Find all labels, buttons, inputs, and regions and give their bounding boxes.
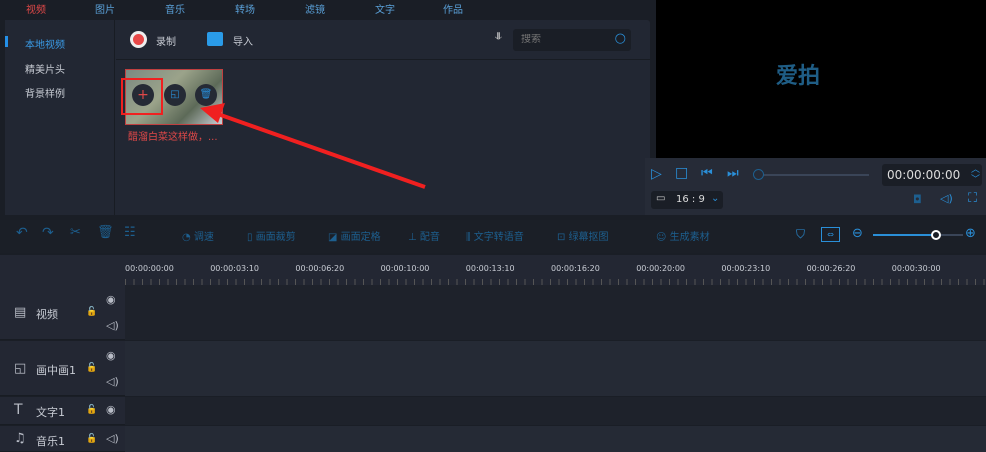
track-header-pip: ◱ 画中画1 🔓 ◉ ◁) xyxy=(0,341,125,396)
track-name: 音乐1 xyxy=(36,435,65,448)
track-name: 画中画1 xyxy=(36,364,76,377)
pip-track-icon: ◱ xyxy=(14,361,27,376)
prev-frame-icon[interactable]: ⏮ xyxy=(701,166,713,181)
timecode-value[interactable]: 00:00:00:00 xyxy=(887,168,960,182)
player-controls: ▷ □ ⏮ ⏭ 00:00:00:00 ︿ ﹀ ▭ 16 : 9 ⌄ ◘ ◁) ⛶ xyxy=(645,158,986,215)
timecode-field[interactable]: 00:00:00:00 ︿ ﹀ xyxy=(882,164,982,186)
eye-icon[interactable]: ◉ xyxy=(106,349,116,362)
speaker-icon[interactable]: ◁) xyxy=(106,432,119,445)
track-lane-video[interactable] xyxy=(125,285,986,340)
track-name: 文字1 xyxy=(36,406,65,419)
track-lane-music[interactable] xyxy=(125,426,986,452)
lock-icon[interactable]: 🔓 xyxy=(86,307,97,317)
aspect-ratio-select[interactable]: ▭ 16 : 9 ⌄ xyxy=(651,191,723,209)
ruler-tick-label: 00:00:00:00 xyxy=(125,264,174,273)
preview-screen: 爱拍 xyxy=(656,0,986,158)
track-header-music: ♫ 音乐1 🔓 ◁) xyxy=(0,426,125,452)
lock-icon[interactable]: 🔓 xyxy=(86,363,97,373)
track-header-text: T 文字1 🔓 ◉ xyxy=(0,397,125,425)
generate-material-button[interactable]: ☺ 生成素材 xyxy=(656,228,710,243)
ruler-tick-label: 00:00:06:20 xyxy=(295,264,345,273)
progress-slider[interactable] xyxy=(755,174,869,176)
ruler-tick-label: 00:00:23:10 xyxy=(721,264,771,273)
eye-icon[interactable]: ◉ xyxy=(106,403,116,416)
camera-icon[interactable]: ◘ xyxy=(913,193,922,206)
track-header-video: ▤ 视频 🔓 ◉ ◁) xyxy=(0,285,125,340)
ruler-tick-label: 00:00:10:00 xyxy=(380,264,430,273)
speaker-icon[interactable]: ◁) xyxy=(106,375,119,388)
dubbing-button[interactable]: ⊥ 配音 xyxy=(408,228,440,243)
lock-icon[interactable]: 🔓 xyxy=(86,405,97,415)
next-frame-icon[interactable]: ⏭ xyxy=(727,166,739,181)
ruler-tick-label: 00:00:30:00 xyxy=(891,264,941,273)
track-name: 视频 xyxy=(36,308,58,321)
delete-clip-icon[interactable]: 🗑 xyxy=(97,225,114,240)
freeze-frame-button[interactable]: ◪ 画面定格 xyxy=(328,228,381,243)
zoom-slider[interactable] xyxy=(873,234,963,236)
ruler-tick-label: 00:00:20:00 xyxy=(636,264,685,273)
redo-icon[interactable]: ↷ xyxy=(42,225,54,241)
text-to-speech-button[interactable]: ⫼ 文字转语音 xyxy=(466,228,524,243)
marker-icon[interactable]: ⛉ xyxy=(796,227,805,242)
track-lane-text[interactable] xyxy=(125,397,986,425)
speaker-icon[interactable]: ◁) xyxy=(106,319,119,332)
timecode-stepper-icon[interactable]: ︿ ﹀ xyxy=(971,165,980,185)
crop-button[interactable]: ▯ 画面裁剪 xyxy=(247,228,296,243)
progress-handle[interactable] xyxy=(753,169,764,180)
ruler-tick-label: 00:00:26:20 xyxy=(806,264,856,273)
green-screen-button[interactable]: ⊡ 绿幕抠图 xyxy=(557,228,609,243)
fit-timeline-icon[interactable]: ⇔ xyxy=(821,227,840,242)
ruler-tick-label: 00:00:16:20 xyxy=(551,264,600,273)
text-track-icon: T xyxy=(14,402,23,418)
undo-icon[interactable]: ↶ xyxy=(16,225,28,241)
zoom-in-icon[interactable]: ⊕ xyxy=(965,226,976,241)
aspect-ratio-value: 16 : 9 xyxy=(676,194,705,205)
eye-icon[interactable]: ◉ xyxy=(106,293,116,306)
split-settings-icon[interactable]: ☷ xyxy=(124,225,136,240)
monitor-icon: ▭ xyxy=(656,193,666,204)
volume-icon[interactable]: ◁) xyxy=(940,192,953,205)
film-icon: ▤ xyxy=(14,305,27,320)
zoom-handle[interactable] xyxy=(931,230,941,240)
track-header-corner xyxy=(0,255,125,285)
ruler-tick-label: 00:00:13:10 xyxy=(465,264,515,273)
stop-icon[interactable]: □ xyxy=(675,165,688,181)
app-logo: 爱拍 xyxy=(776,64,821,89)
speed-button[interactable]: ◔ 调速 xyxy=(182,228,214,243)
cut-icon[interactable]: ✂ xyxy=(70,225,81,240)
zoom-out-icon[interactable]: ⊖ xyxy=(852,226,863,241)
fullscreen-icon[interactable]: ⛶ xyxy=(968,191,977,206)
ruler-tick-label: 00:00:03:10 xyxy=(210,264,259,273)
lock-icon[interactable]: 🔓 xyxy=(86,434,97,444)
play-icon[interactable]: ▷ xyxy=(651,166,662,182)
chevron-down-icon: ⌄ xyxy=(711,193,720,204)
music-note-icon: ♫ xyxy=(14,431,26,446)
track-lane-pip[interactable] xyxy=(125,341,986,396)
